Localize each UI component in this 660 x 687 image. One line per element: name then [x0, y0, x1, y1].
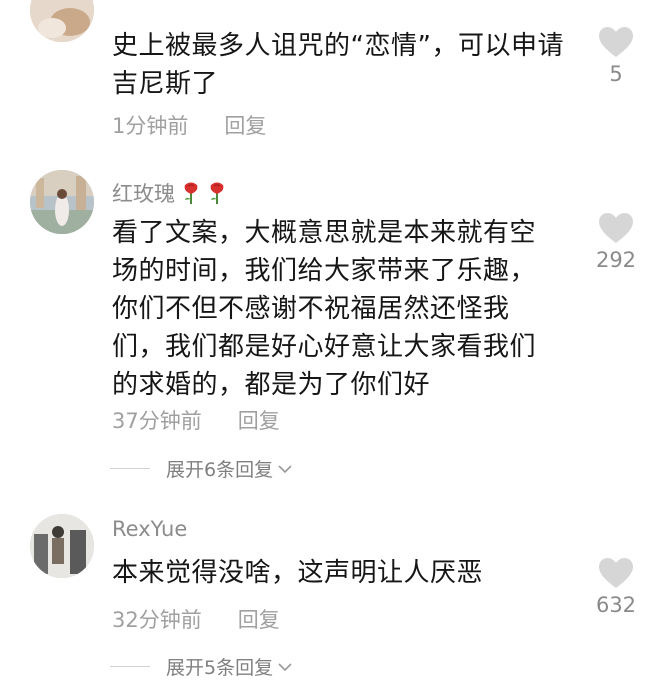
- like-count: 632: [595, 593, 637, 617]
- avatar-image: [30, 0, 94, 42]
- like-count: 292: [595, 248, 637, 272]
- chevron-down-icon: [278, 464, 292, 473]
- expand-replies-label: 展开6条回复: [166, 459, 274, 481]
- like-count: 5: [609, 62, 623, 86]
- comment-time: 37分钟前: [112, 409, 202, 433]
- like-button[interactable]: 292: [586, 212, 646, 272]
- heart-icon: [599, 558, 633, 588]
- reply-button[interactable]: 回复: [238, 604, 280, 634]
- comment-meta: 37分钟前 回复: [112, 405, 280, 435]
- reply-button[interactable]: 回复: [224, 110, 266, 140]
- comment-text: 本来觉得没啥，这声明让人厌恶: [112, 558, 484, 588]
- username-text: RexYue: [112, 517, 188, 541]
- heart-icon: [599, 27, 633, 57]
- divider-line: [110, 468, 150, 469]
- comment-text: 看了文案，大概意思就是本来就有空场的时间，我们给大家带来了乐趣，你们不但不感谢不…: [112, 218, 537, 400]
- heart-icon: [599, 213, 633, 243]
- username[interactable]: RexYue: [112, 517, 187, 541]
- avatar-image: [30, 514, 94, 578]
- like-button[interactable]: 632: [586, 557, 646, 617]
- like-button[interactable]: 5: [586, 26, 646, 86]
- comment-text: 史上被最多人诅咒的“恋情”，可以申请吉尼斯了: [112, 31, 564, 99]
- comment-time: 32分钟前: [112, 608, 202, 632]
- rose-emoji-icon: [184, 182, 198, 204]
- username[interactable]: 红玫瑰: [112, 178, 227, 208]
- rose-emoji-icon: [210, 182, 224, 204]
- avatar-image: [30, 170, 94, 234]
- comment-meta: 32分钟前 回复: [112, 604, 280, 634]
- expand-replies-button[interactable]: 展开5条回复: [110, 653, 293, 680]
- divider-line: [110, 666, 150, 667]
- avatar[interactable]: [30, 170, 94, 234]
- expand-replies-button[interactable]: 展开6条回复: [110, 455, 293, 482]
- reply-button[interactable]: 回复: [238, 405, 280, 435]
- avatar[interactable]: [30, 514, 94, 578]
- expand-replies-label: 展开5条回复: [166, 657, 274, 679]
- chevron-down-icon: [278, 662, 292, 671]
- avatar[interactable]: [30, 0, 94, 42]
- comment-meta: 1分钟前 回复: [112, 110, 266, 140]
- comment-time: 1分钟前: [112, 114, 189, 138]
- username-text: 红玫瑰: [112, 182, 175, 206]
